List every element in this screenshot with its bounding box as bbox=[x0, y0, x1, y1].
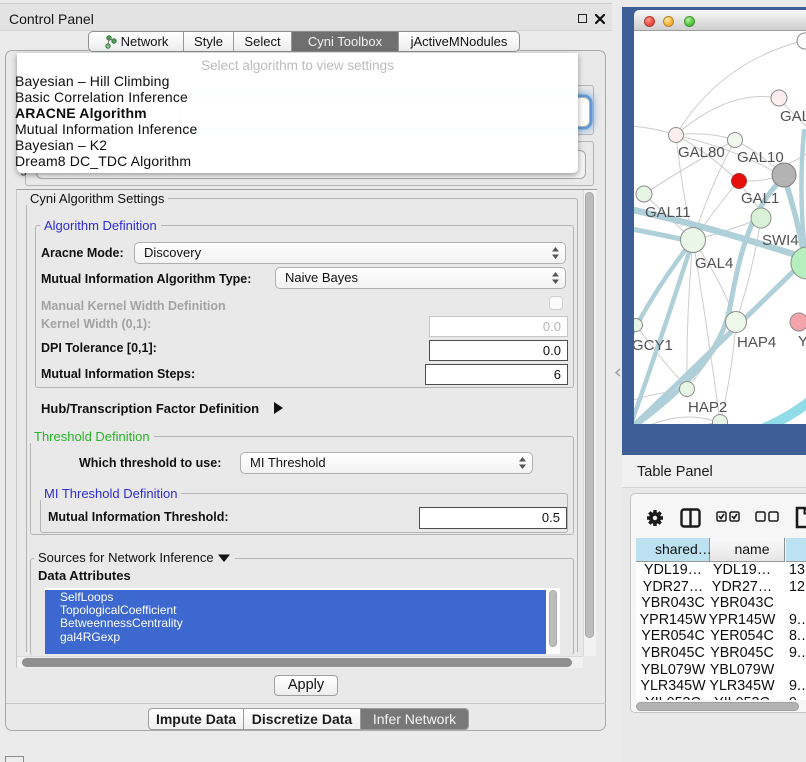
svg-text:HAP2: HAP2 bbox=[688, 399, 727, 416]
svg-text:HAP4: HAP4 bbox=[737, 334, 776, 351]
svg-text:GAL1: GAL1 bbox=[741, 190, 779, 207]
svg-text:GAL80: GAL80 bbox=[678, 144, 725, 161]
svg-text:GAL: GAL bbox=[780, 108, 806, 125]
svg-text:SWI4: SWI4 bbox=[762, 232, 799, 249]
svg-text:Y: Y bbox=[798, 333, 806, 350]
svg-text:GAL10: GAL10 bbox=[737, 149, 784, 166]
svg-text:GAL11: GAL11 bbox=[645, 204, 691, 221]
svg-text:GCY1: GCY1 bbox=[634, 337, 673, 354]
svg-text:GAL4: GAL4 bbox=[695, 255, 733, 272]
